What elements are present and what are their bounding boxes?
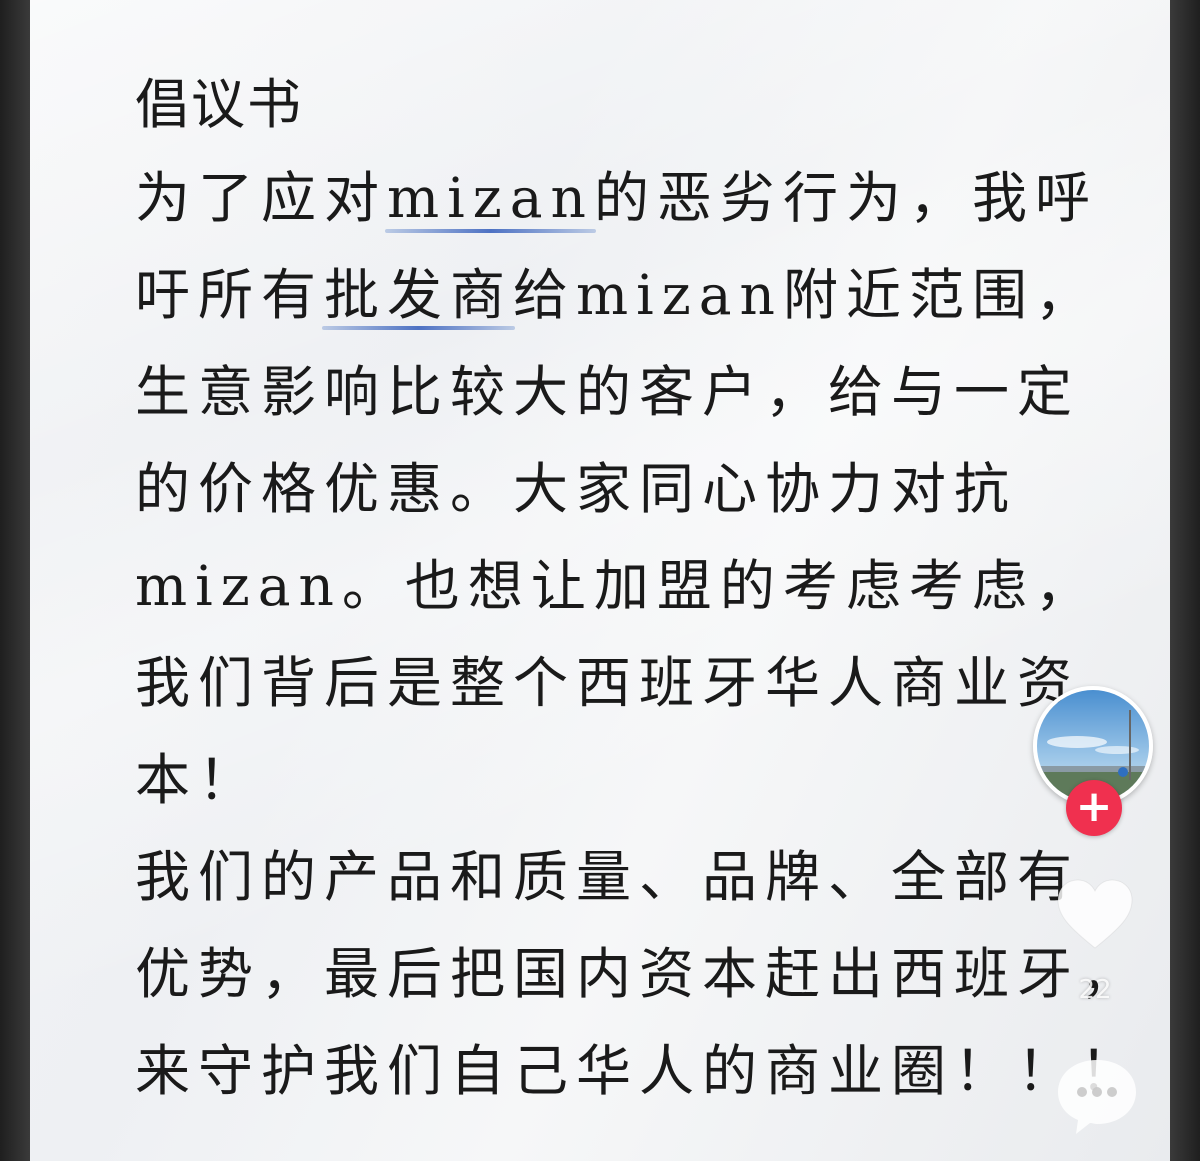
- text-segment: 给mizan附近范围，: [513, 263, 1098, 327]
- text-line-8: 我们的产品和质量、品牌、全部有: [135, 845, 1081, 909]
- text-segment: 的恶劣行为，我呼: [593, 166, 1098, 230]
- proposal-title: 倡议书: [135, 73, 303, 136]
- phone-bezel-right: [1170, 0, 1200, 1161]
- text-line-1: 为了应对mizan的恶劣行为，我呼: [135, 150, 1135, 247]
- text-line-9: 优势，最后把国内资本赶出西班牙，: [135, 942, 1144, 1006]
- phone-bezel-left: [0, 0, 30, 1161]
- text-segment: 为了应对: [135, 166, 388, 230]
- like-button[interactable]: [1050, 870, 1140, 960]
- post-image: 倡议书 为了应对mizan的恶劣行为，我呼 吁所有批发商给mizan附近范围， …: [30, 0, 1170, 1161]
- highlighted-keyword[interactable]: 批发商: [322, 247, 516, 344]
- text-line-10: 来守护我们自己华人的商业圈！！！: [135, 1039, 1144, 1103]
- proposal-text: 倡议书 为了应对mizan的恶劣行为，我呼 吁所有批发商给mizan附近范围， …: [135, 60, 1135, 1120]
- heart-icon: [1057, 879, 1133, 949]
- like-count: 22: [1078, 975, 1112, 1005]
- comment-icon: [1058, 1060, 1136, 1134]
- screen: 倡议书 为了应对mizan的恶劣行为，我呼 吁所有批发商给mizan附近范围， …: [0, 0, 1200, 1161]
- highlighted-keyword[interactable]: mizan: [385, 150, 596, 247]
- text-line-7: 本！: [135, 748, 262, 812]
- text-line-6: 我们背后是整个西班牙华人商业资: [135, 651, 1081, 715]
- text-line-5: mizan。也想让加盟的考虑考虑，: [135, 554, 1098, 618]
- text-line-4: 的价格优惠。大家同心协力对抗: [135, 457, 1018, 521]
- comment-button[interactable]: [1052, 1050, 1142, 1140]
- text-line-2: 吁所有批发商给mizan附近范围，: [135, 247, 1135, 344]
- text-segment: 吁所有: [135, 263, 325, 327]
- follow-button[interactable]: +: [1066, 780, 1122, 836]
- text-line-3: 生意影响比较大的客户，给与一定: [135, 360, 1081, 424]
